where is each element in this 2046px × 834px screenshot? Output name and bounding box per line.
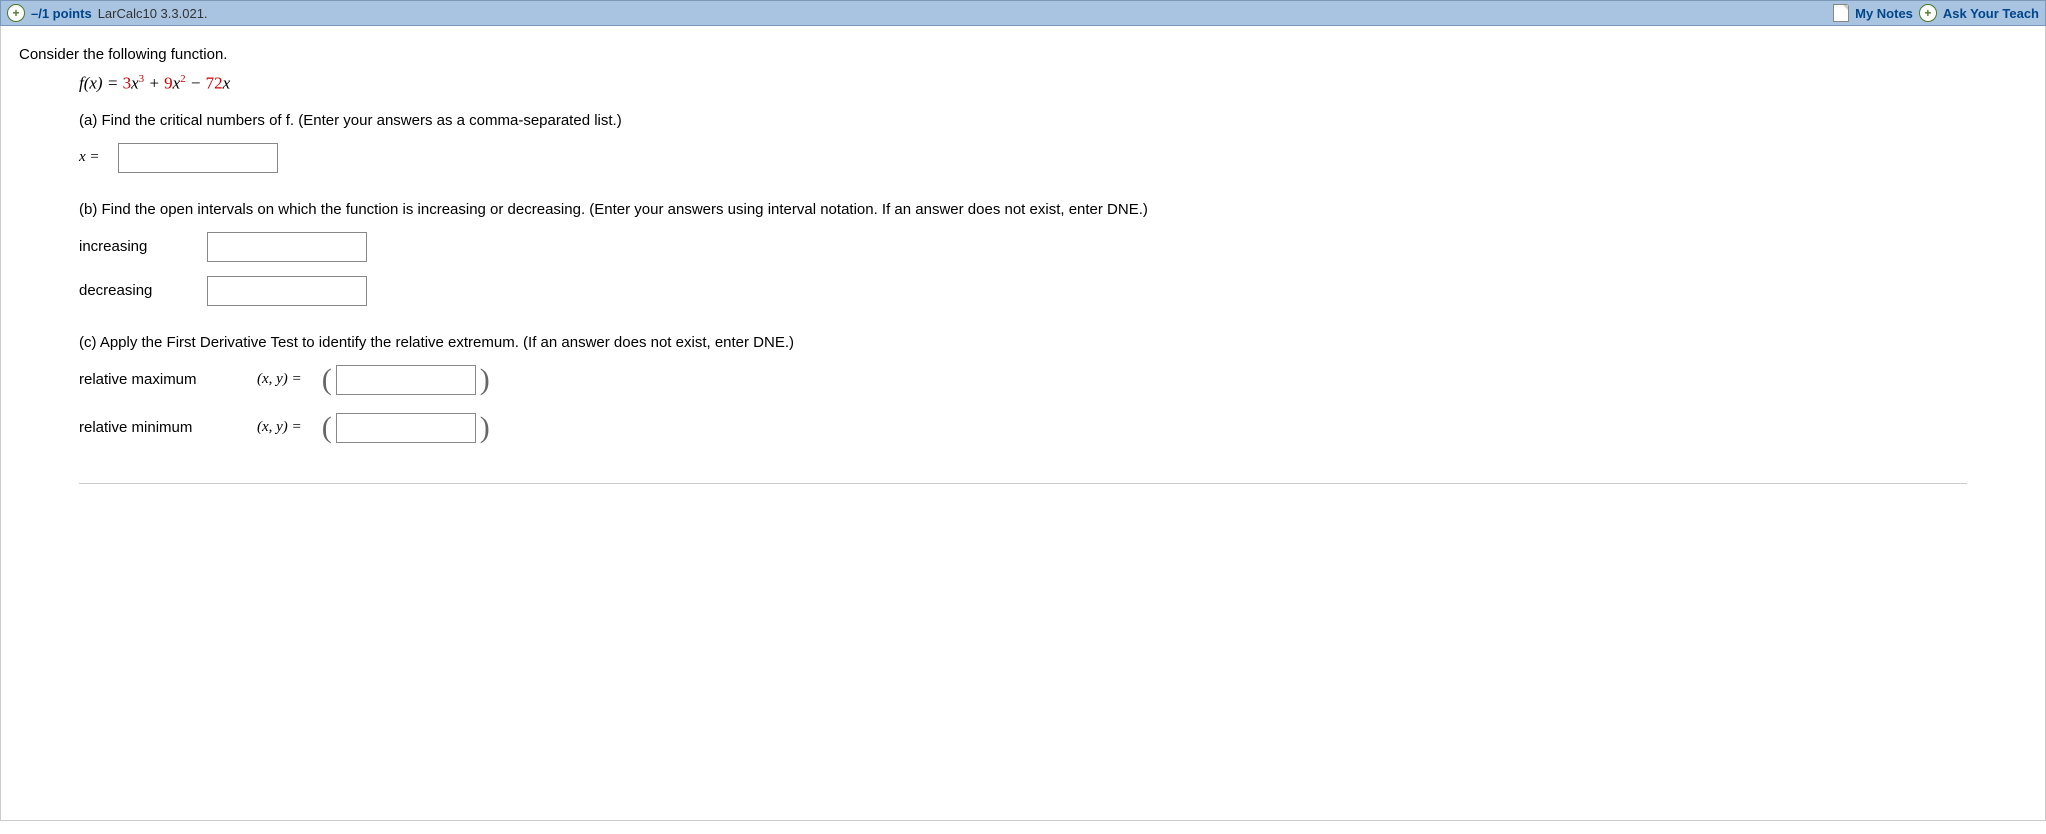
coef-1: 3 xyxy=(123,74,132,93)
part-b-text: (b) Find the open intervals on which the… xyxy=(79,201,2027,218)
var-1: x xyxy=(131,74,139,93)
part-a: (a) Find the critical numbers of f. (Ent… xyxy=(79,112,2027,173)
part-a-row: x = xyxy=(79,143,2027,173)
var-2: x xyxy=(173,74,181,93)
func-lhs: f(x) = xyxy=(79,74,123,93)
increasing-input[interactable] xyxy=(207,232,367,262)
plus-op: + xyxy=(144,74,164,93)
decreasing-row: decreasing xyxy=(79,276,2027,306)
coef-3: 72 xyxy=(206,74,223,93)
expand-icon[interactable]: + xyxy=(7,4,25,22)
rel-max-tuple: ( ) xyxy=(320,365,492,395)
my-notes-link[interactable]: My Notes xyxy=(1855,6,1913,21)
open-paren-icon: ( xyxy=(320,413,334,443)
rel-max-row: relative maximum (x, y) = ( ) xyxy=(79,365,2027,395)
part-c-text: (c) Apply the First Derivative Test to i… xyxy=(79,334,2027,351)
rel-min-tuple: ( ) xyxy=(320,413,492,443)
close-paren-icon: ) xyxy=(478,365,492,395)
points-label: –/1 points xyxy=(31,6,92,21)
function-expression: f(x) = 3x3 + 9x2 − 72x xyxy=(79,73,2027,94)
rel-max-label: relative maximum xyxy=(79,371,239,388)
note-icon[interactable] xyxy=(1833,4,1849,22)
coef-2: 9 xyxy=(164,74,173,93)
decreasing-input[interactable] xyxy=(207,276,367,306)
xy-equals-max: (x, y) = xyxy=(257,371,302,388)
open-paren-icon: ( xyxy=(320,365,334,395)
intro-text: Consider the following function. xyxy=(19,46,2027,63)
decreasing-label: decreasing xyxy=(79,282,189,299)
part-a-text: (a) Find the critical numbers of f. (Ent… xyxy=(79,112,2027,129)
source-label: LarCalc10 3.3.021. xyxy=(98,6,208,21)
plus-icon[interactable]: + xyxy=(1919,4,1937,22)
question-header-bar: + –/1 points LarCalc10 3.3.021. My Notes… xyxy=(0,0,2046,26)
header-left: + –/1 points LarCalc10 3.3.021. xyxy=(7,4,208,22)
rel-min-input[interactable] xyxy=(336,413,476,443)
part-b: (b) Find the open intervals on which the… xyxy=(79,201,2027,306)
increasing-row: increasing xyxy=(79,232,2027,262)
footer-divider xyxy=(79,483,1967,484)
rel-min-row: relative minimum (x, y) = ( ) xyxy=(79,413,2027,443)
xy-equals-min: (x, y) = xyxy=(257,419,302,436)
question-body: Consider the following function. f(x) = … xyxy=(0,26,2046,821)
ask-teacher-link[interactable]: Ask Your Teach xyxy=(1943,6,2039,21)
part-c: (c) Apply the First Derivative Test to i… xyxy=(79,334,2027,443)
header-right: My Notes + Ask Your Teach xyxy=(1833,4,2039,22)
rel-max-input[interactable] xyxy=(336,365,476,395)
minus-op: − xyxy=(186,74,206,93)
var-3: x xyxy=(223,74,231,93)
rel-min-label: relative minimum xyxy=(79,419,239,436)
x-equals-label: x = xyxy=(79,149,100,166)
increasing-label: increasing xyxy=(79,238,189,255)
critical-numbers-input[interactable] xyxy=(118,143,278,173)
close-paren-icon: ) xyxy=(478,413,492,443)
